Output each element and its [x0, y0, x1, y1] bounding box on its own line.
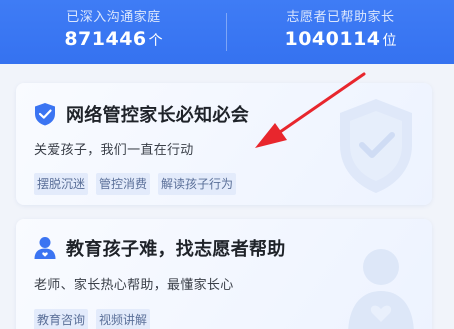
page: 已深入沟通家庭 871446 个 志愿者已帮助家长 1040114 位 网络管控家长… [0, 0, 454, 329]
card-title-row: 网络管控家长必知必会 [34, 101, 249, 127]
stat-number: 1040114 [284, 28, 381, 50]
stat-number: 871446 [64, 28, 147, 50]
shield-check-icon [35, 103, 55, 126]
tag-education-consult[interactable]: 教育咨询 [34, 309, 89, 329]
shield-watermark-icon [340, 99, 412, 193]
stat-unit: 个 [148, 33, 163, 49]
card-volunteer-help[interactable]: 教育孩子难，找志愿者帮助 老师、家长热心帮助，最懂家长心 教育咨询 视频讲解 [16, 219, 432, 329]
card-subtitle: 关爱孩子，我们一直在行动 [34, 143, 194, 158]
stats-header: 已深入沟通家庭 871446 个 志愿者已帮助家长 1040114 位 [0, 0, 454, 64]
tag-quit-addiction[interactable]: 摆脱沉迷 [34, 173, 89, 195]
person-watermark-icon [348, 249, 414, 329]
card-subtitle: 老师、家长热心帮助，最懂家长心 [34, 278, 234, 293]
person-heart-icon [34, 237, 56, 259]
stat-unit: 位 [382, 33, 397, 49]
card-title: 网络管控家长必知必会 [66, 105, 249, 126]
stat-families-reached: 已深入沟通家庭 871446 个 [0, 0, 227, 64]
stat-label: 志愿者已帮助家长 [286, 10, 395, 25]
stat-value: 871446 个 [0, 28, 227, 50]
stat-label: 已深入沟通家庭 [66, 10, 161, 25]
stat-parents-helped: 志愿者已帮助家长 1040114 位 [227, 0, 454, 64]
card-title: 教育孩子难，找志愿者帮助 [66, 239, 286, 260]
tag-understand-behavior[interactable]: 解读孩子行为 [158, 173, 237, 195]
stat-value: 1040114 位 [227, 28, 454, 50]
tag-row: 摆脱沉迷 管控消费 解读孩子行为 [34, 173, 244, 195]
card-title-row: 教育孩子难，找志愿者帮助 [34, 235, 286, 261]
tag-row: 教育咨询 视频讲解 [34, 309, 158, 329]
card-online-control-guide[interactable]: 网络管控家长必知必会 关爱孩子，我们一直在行动 摆脱沉迷 管控消费 解读孩子行为 [16, 83, 432, 205]
tag-control-spending[interactable]: 管控消费 [96, 173, 151, 195]
tag-video-explain[interactable]: 视频讲解 [96, 309, 151, 329]
